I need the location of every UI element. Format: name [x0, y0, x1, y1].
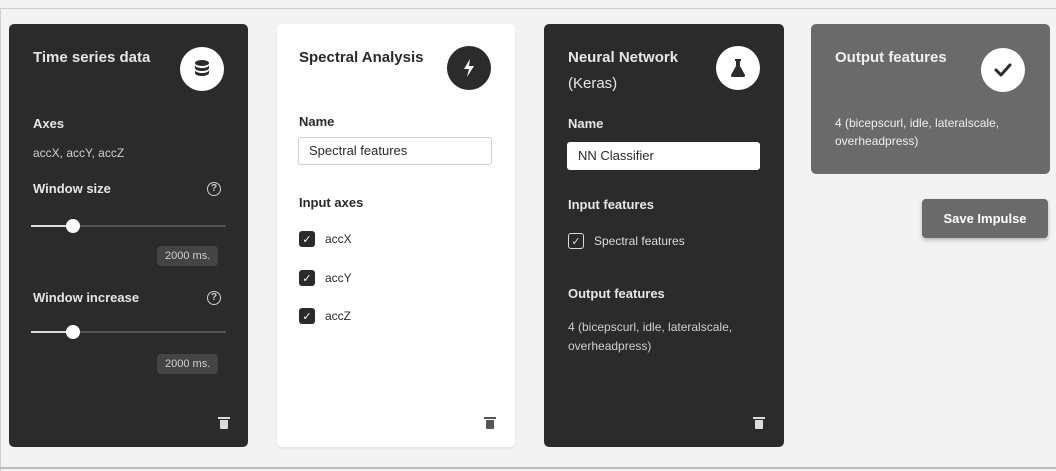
time-series-card: Time series data Axes accX, accY, accZ W…	[9, 24, 248, 447]
bottom-divider	[0, 467, 1056, 469]
input-axes-label: Input axes	[299, 195, 364, 210]
checkmark-icon	[981, 48, 1025, 92]
input-features-label: Input features	[568, 197, 654, 212]
slider-handle[interactable]	[66, 219, 80, 233]
card-title: Output features	[835, 49, 947, 66]
output-features-label: Output features	[568, 286, 665, 301]
output-features-line2: overheadpress)	[568, 339, 652, 353]
feature-label: Spectral features	[594, 234, 685, 248]
axes-label: Axes	[33, 116, 65, 131]
trash-icon[interactable]	[218, 417, 230, 429]
axis-checkbox[interactable]: ✓	[299, 270, 315, 286]
axis-label: accY	[325, 271, 352, 285]
help-icon[interactable]: ?	[207, 182, 221, 196]
output-line1: 4 (bicepscurl, idle, lateralscale,	[835, 116, 1000, 130]
card-title-line2: (Keras)	[568, 75, 618, 92]
trash-icon[interactable]	[753, 417, 765, 429]
frame-left-border	[0, 8, 1, 471]
save-impulse-button[interactable]: Save Impulse	[922, 199, 1048, 238]
trash-icon[interactable]	[484, 417, 496, 429]
name-label: Name	[299, 114, 335, 129]
database-icon	[180, 47, 224, 91]
window-size-slider[interactable]	[31, 219, 226, 233]
axis-label: accX	[325, 232, 352, 246]
output-features-line1: 4 (bicepscurl, idle, lateralscale,	[568, 320, 733, 334]
axis-checkbox[interactable]: ✓	[299, 308, 315, 324]
flask-icon	[716, 46, 760, 90]
name-input[interactable]: Spectral features	[298, 137, 492, 165]
card-title: Time series data	[33, 49, 151, 66]
feature-checkbox[interactable]: ✓	[568, 233, 584, 249]
frame-top-border	[0, 8, 1056, 9]
window-increase-label: Window increase	[33, 290, 140, 305]
window-size-label: Window size	[33, 181, 111, 196]
name-label: Name	[568, 116, 604, 131]
card-title-line1: Neural Network	[568, 49, 679, 66]
axis-checkbox[interactable]: ✓	[299, 231, 315, 247]
help-icon[interactable]: ?	[207, 291, 221, 305]
window-increase-slider[interactable]	[31, 325, 226, 339]
neural-network-card: Neural Network (Keras) Name NN Classifie…	[544, 24, 784, 447]
lightning-icon	[447, 46, 491, 90]
axis-label: accZ	[325, 309, 352, 323]
slider-handle[interactable]	[66, 325, 80, 339]
output-line2: overheadpress)	[835, 134, 919, 148]
name-input[interactable]: NN Classifier	[567, 142, 760, 170]
card-title: Spectral Analysis	[299, 49, 424, 66]
output-features-card: Output features 4 (bicepscurl, idle, lat…	[811, 24, 1050, 174]
axes-value: accX, accY, accZ	[33, 146, 125, 160]
window-size-value: 2000 ms.	[157, 246, 219, 266]
spectral-analysis-card: Spectral Analysis Name Spectral features…	[277, 24, 515, 447]
window-increase-value: 2000 ms.	[157, 354, 219, 374]
